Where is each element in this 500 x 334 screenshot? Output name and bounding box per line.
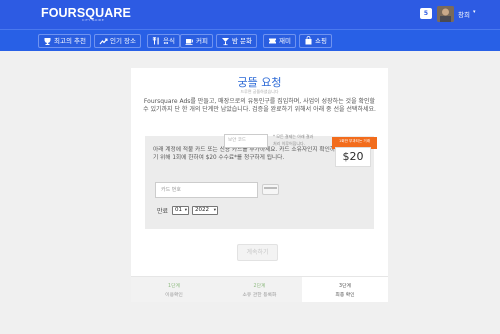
step-label: 최종 확인 xyxy=(335,293,355,298)
description-text: Foursquare Ads를 만들고, 매장으로의 유동인구를 집입하며, 사… xyxy=(143,98,376,114)
trophy-icon xyxy=(43,35,52,47)
nav-item-label: 밤 문화 xyxy=(232,37,253,45)
credit-card-icon xyxy=(262,184,279,195)
nav-item-top-picks[interactable]: 최고의 추천 xyxy=(38,34,91,48)
user-name[interactable]: 창희 xyxy=(458,9,470,19)
step-number: 3단계 xyxy=(339,284,351,289)
step-number: 2단계 xyxy=(253,284,266,289)
nav-item-label: 인기 장소 xyxy=(110,37,136,45)
trending-icon xyxy=(99,35,108,47)
chevron-down-icon: ▾ xyxy=(213,208,216,213)
step-3: 3단계 최종 확인 xyxy=(302,277,388,302)
nav-item-label: 최고의 추천 xyxy=(54,37,86,45)
chevron-down-icon[interactable]: ▾ xyxy=(473,9,476,15)
expiry-year-value: 2022 xyxy=(195,207,209,213)
step-label: 이용확인 xyxy=(165,293,183,298)
step-indicator: 1단계 이용확인 2단계 소유 관한 등록화 3단계 최종 확인 xyxy=(131,276,388,302)
logo-subtitle: CITY GUIDE xyxy=(82,18,105,22)
page-title: 궁뜰 요청 xyxy=(237,76,282,89)
nav-item-label: 재미 xyxy=(279,37,291,45)
nav-item-label: 쇼핑 xyxy=(315,37,327,45)
shopping-bag-icon xyxy=(304,35,313,47)
continue-button[interactable]: 계속하기 xyxy=(237,244,278,261)
avatar[interactable] xyxy=(437,6,454,22)
nav-item-coffee[interactable]: 커피 xyxy=(180,34,213,48)
chevron-down-icon: ▾ xyxy=(184,208,187,213)
step-1: 1단계 이용확인 xyxy=(131,277,217,302)
expiry-month-select[interactable]: 01 ▾ xyxy=(172,206,189,215)
notification-badge[interactable]: 5 xyxy=(420,8,432,19)
security-code-input[interactable]: 보안 코드 xyxy=(224,134,268,148)
cocktail-icon xyxy=(221,35,230,47)
payment-note: * 모든 결제는 아래 결과 처리 이루어집니다. xyxy=(273,134,314,146)
card-number-input[interactable]: 카드 번호 xyxy=(155,182,258,198)
nav-item-shopping[interactable]: 쇼핑 xyxy=(299,34,332,48)
top-bar: FOURSQUARE CITY GUIDE 5 창희 ▾ xyxy=(0,0,500,29)
ticket-icon xyxy=(268,35,277,47)
coffee-cup-icon xyxy=(185,35,194,47)
expiry-year-select[interactable]: 2022 ▾ xyxy=(192,206,218,215)
nav-item-fun[interactable]: 재미 xyxy=(263,34,296,48)
nav-item-food[interactable]: 음식 xyxy=(147,34,180,48)
fork-knife-icon xyxy=(152,35,161,47)
nav-item-label: 커피 xyxy=(196,37,208,45)
step-number: 1단계 xyxy=(168,284,180,289)
nav-item-nightlife[interactable]: 밤 문화 xyxy=(216,34,258,48)
step-2: 2단계 소유 관한 등록화 xyxy=(217,277,302,302)
category-nav: 최고의 추천 인기 장소 음식 커피 밤 문화 재미 쇼핑 xyxy=(0,29,500,51)
expiry-label: 만료 xyxy=(157,208,169,215)
expiry-month-value: 01 xyxy=(175,207,182,213)
step-label: 소유 관한 등록화 xyxy=(242,293,277,298)
page-subtitle: 드루면 궁뜰하셨습니다 xyxy=(240,89,279,94)
nav-item-label: 음식 xyxy=(163,37,175,45)
payment-instructions: 아래 계정에 적불 카드 또는 신용 카드를 추가하세요. 카드 소유자인지 확… xyxy=(153,147,336,161)
nav-item-trending[interactable]: 인기 장소 xyxy=(94,34,141,48)
price-badge: $20 xyxy=(335,147,371,167)
